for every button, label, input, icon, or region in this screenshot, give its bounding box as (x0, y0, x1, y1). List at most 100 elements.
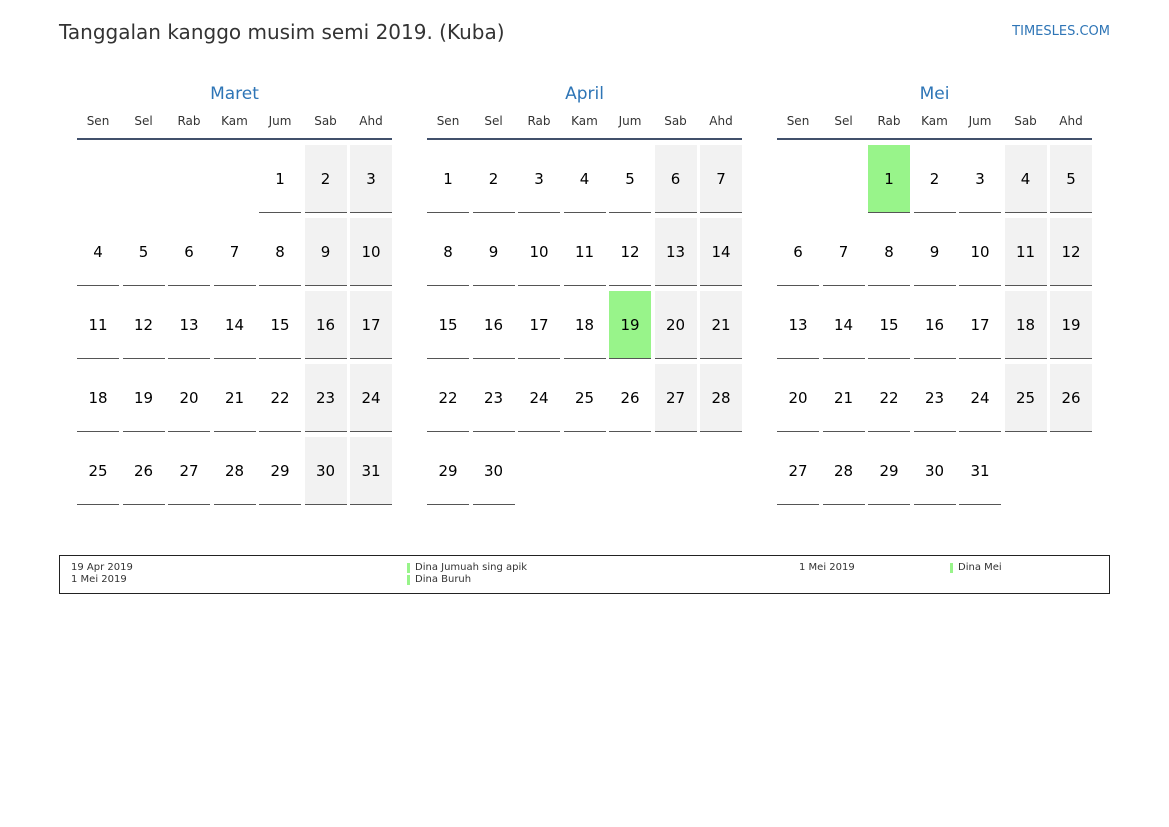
day-cell[interactable]: 6 (654, 145, 697, 213)
day-cell[interactable]: 11 (77, 291, 119, 359)
day-cell[interactable]: 14 (822, 291, 865, 359)
holiday-day-cell[interactable]: 19 (609, 291, 651, 359)
day-cell[interactable]: 25 (1004, 364, 1047, 432)
day-cell[interactable]: 6 (777, 218, 819, 286)
day-cell[interactable]: 5 (609, 145, 651, 213)
day-cell[interactable]: 15 (868, 291, 910, 359)
day-cell[interactable]: 24 (959, 364, 1001, 432)
legend-date: 1 Mei 2019 (799, 562, 855, 573)
day-cell[interactable]: 28 (822, 437, 865, 505)
day-cell[interactable]: 11 (563, 218, 606, 286)
day-cell[interactable]: 16 (913, 291, 956, 359)
day-cell[interactable]: 9 (913, 218, 956, 286)
day-cell[interactable]: 2 (472, 145, 515, 213)
day-cell[interactable]: 23 (304, 364, 347, 432)
day-cell[interactable]: 14 (700, 218, 742, 286)
day-cell[interactable]: 30 (913, 437, 956, 505)
day-cell[interactable]: 28 (700, 364, 742, 432)
day-cell[interactable]: 4 (563, 145, 606, 213)
day-cell[interactable]: 17 (350, 291, 392, 359)
day-cell[interactable]: 12 (122, 291, 165, 359)
day-cell[interactable]: 31 (350, 437, 392, 505)
day-cell[interactable]: 22 (259, 364, 301, 432)
day-cell[interactable]: 10 (350, 218, 392, 286)
day-cell[interactable]: 27 (777, 437, 819, 505)
day-cell[interactable]: 19 (1050, 291, 1092, 359)
month-april: April Sen Sel Rab Kam Jum Sab Ahd 1 2 3 4 5 6 7 8 9 10 1… (427, 82, 742, 505)
day-cell[interactable]: 18 (1004, 291, 1047, 359)
weekday-label: Jum (968, 114, 992, 128)
day-cell[interactable]: 30 (472, 437, 515, 505)
day-cell[interactable]: 27 (654, 364, 697, 432)
day-cell[interactable]: 31 (959, 437, 1001, 505)
day-cell[interactable]: 9 (472, 218, 515, 286)
day-cell[interactable]: 25 (77, 437, 119, 505)
day-cell[interactable]: 24 (518, 364, 560, 432)
day-cell[interactable]: 12 (1050, 218, 1092, 286)
day-cell[interactable]: 1 (259, 145, 301, 213)
day-cell[interactable]: 13 (777, 291, 819, 359)
day-cell[interactable]: 10 (959, 218, 1001, 286)
day-cell[interactable]: 4 (77, 218, 119, 286)
day-cell[interactable]: 5 (122, 218, 165, 286)
day-cell[interactable]: 21 (700, 291, 742, 359)
day-cell[interactable]: 4 (1004, 145, 1047, 213)
day-cell[interactable]: 7 (213, 218, 256, 286)
day-cell[interactable]: 2 (304, 145, 347, 213)
day-grid: 1 2 3 4 5 6 7 8 9 10 11 12 13 14 15 16 17 18 19 20 21 22 23 24 2… (77, 145, 392, 505)
day-cell[interactable]: 23 (913, 364, 956, 432)
day-cell[interactable]: 11 (1004, 218, 1047, 286)
day-cell[interactable]: 16 (304, 291, 347, 359)
day-cell[interactable]: 10 (518, 218, 560, 286)
day-cell[interactable]: 23 (472, 364, 515, 432)
weekday-label: Kam (921, 114, 948, 128)
day-cell[interactable]: 17 (518, 291, 560, 359)
day-cell[interactable]: 30 (304, 437, 347, 505)
day-cell[interactable]: 25 (563, 364, 606, 432)
day-cell[interactable]: 26 (122, 437, 165, 505)
day-cell[interactable]: 22 (427, 364, 469, 432)
day-cell[interactable]: 28 (213, 437, 256, 505)
holiday-day-cell[interactable]: 1 (868, 145, 910, 213)
day-cell[interactable]: 26 (1050, 364, 1092, 432)
day-cell[interactable]: 15 (259, 291, 301, 359)
day-cell[interactable]: 16 (472, 291, 515, 359)
day-cell[interactable]: 29 (868, 437, 910, 505)
day-cell[interactable]: 29 (259, 437, 301, 505)
day-cell[interactable]: 7 (822, 218, 865, 286)
day-cell[interactable]: 3 (518, 145, 560, 213)
day-cell[interactable]: 13 (654, 218, 697, 286)
day-cell[interactable]: 27 (168, 437, 210, 505)
day-cell[interactable]: 29 (427, 437, 469, 505)
site-link[interactable]: TIMESLES.COM (1012, 24, 1110, 39)
day-cell[interactable]: 6 (168, 218, 210, 286)
day-cell[interactable]: 2 (913, 145, 956, 213)
day-cell[interactable]: 17 (959, 291, 1001, 359)
day-cell[interactable]: 18 (77, 364, 119, 432)
day-cell[interactable]: 20 (777, 364, 819, 432)
day-cell[interactable]: 15 (427, 291, 469, 359)
day-cell[interactable]: 1 (427, 145, 469, 213)
day-cell[interactable]: 9 (304, 218, 347, 286)
day-cell[interactable]: 18 (563, 291, 606, 359)
day-cell[interactable]: 3 (350, 145, 392, 213)
day-cell[interactable]: 26 (609, 364, 651, 432)
day-cell[interactable]: 8 (868, 218, 910, 286)
empty-cell (777, 145, 819, 213)
day-cell[interactable]: 8 (259, 218, 301, 286)
day-cell[interactable]: 21 (213, 364, 256, 432)
day-cell[interactable]: 19 (122, 364, 165, 432)
weekday-label: Sel (134, 114, 153, 128)
day-cell[interactable]: 8 (427, 218, 469, 286)
day-cell[interactable]: 13 (168, 291, 210, 359)
day-cell[interactable]: 20 (168, 364, 210, 432)
day-cell[interactable]: 22 (868, 364, 910, 432)
day-cell[interactable]: 14 (213, 291, 256, 359)
day-cell[interactable]: 7 (700, 145, 742, 213)
day-cell[interactable]: 20 (654, 291, 697, 359)
day-cell[interactable]: 12 (609, 218, 651, 286)
day-cell[interactable]: 24 (350, 364, 392, 432)
day-cell[interactable]: 5 (1050, 145, 1092, 213)
day-cell[interactable]: 3 (959, 145, 1001, 213)
day-cell[interactable]: 21 (822, 364, 865, 432)
